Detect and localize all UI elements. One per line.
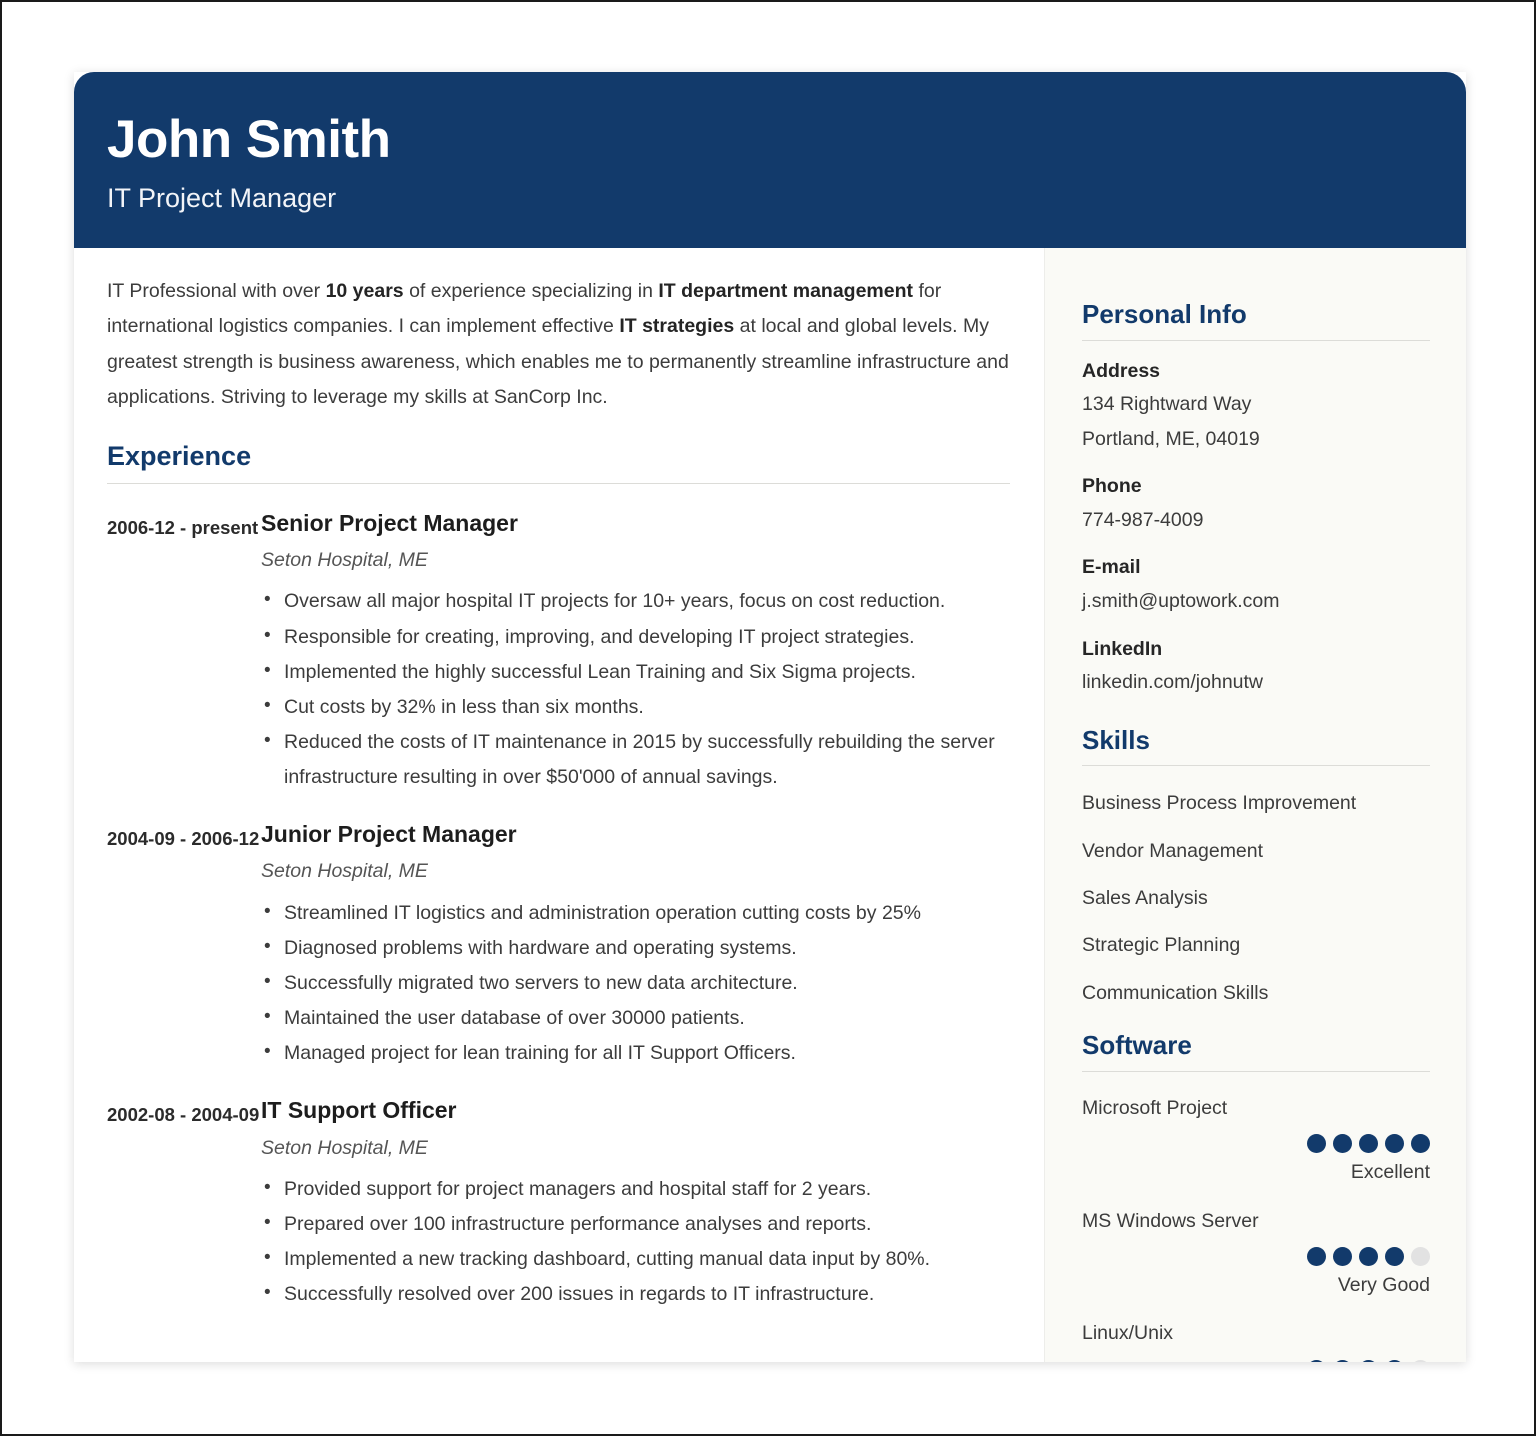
job-details: Junior Project Manager Seton Hospital, M… <box>261 821 1010 1071</box>
rating-dot-filled <box>1333 1134 1352 1154</box>
address-line-2: Portland, ME, 04019 <box>1082 427 1260 450</box>
skills-list: Business Process Improvement Vendor Mana… <box>1082 792 1430 1005</box>
job-bullet: Maintained the user database of over 300… <box>261 1000 1010 1036</box>
personal-info-divider <box>1082 339 1430 341</box>
job-details: IT Support Officer Seton Hospital, ME Pr… <box>261 1097 1010 1312</box>
skill-item: Business Process Improvement <box>1082 792 1357 815</box>
rating-dot-filled <box>1359 1134 1378 1154</box>
software-list: Microsoft Project Excellent MS Windows S… <box>1082 1097 1430 1362</box>
experience-heading: Experience <box>107 440 252 471</box>
email-label: E-mail <box>1082 556 1141 579</box>
job-bullet: Responsible for creating, improving, and… <box>261 619 1010 655</box>
job-bullet-list: Oversaw all major hospital IT projects f… <box>261 583 1010 795</box>
rating-dot-filled <box>1307 1246 1326 1266</box>
rating-dot-filled <box>1385 1134 1404 1154</box>
summary-bold-2: IT department management <box>658 280 914 302</box>
job-company: Seton Hospital, ME <box>261 549 428 572</box>
software-divider <box>1082 1070 1430 1072</box>
rating-dot-empty <box>1411 1359 1430 1362</box>
professional-summary: IT Professional with over 10 years of ex… <box>107 274 1010 416</box>
job-bullet: Provided support for project managers an… <box>261 1171 1010 1207</box>
candidate-job-title: IT Project Manager <box>107 182 337 213</box>
job-company: Seton Hospital, ME <box>261 1136 428 1159</box>
rating-dot-filled <box>1359 1359 1378 1362</box>
email-value[interactable]: j.smith@uptowork.com <box>1082 584 1430 619</box>
job-bullet: Managed project for lean training for al… <box>261 1035 1010 1071</box>
personal-info-heading: Personal Info <box>1082 299 1247 329</box>
software-name: Microsoft Project <box>1082 1096 1228 1119</box>
rating-level-label: Excellent <box>1350 1161 1430 1184</box>
resume-header-banner: John Smith IT Project Manager <box>74 72 1466 248</box>
skills-divider <box>1082 765 1430 767</box>
job-bullet: Successfully resolved over 200 issues in… <box>261 1276 1010 1312</box>
job-dates: 2004-09 - 2006-12 <box>107 828 260 850</box>
rating-dot-filled <box>1359 1246 1378 1266</box>
experience-entry: 2006-12 - present Senior Project Manager… <box>107 510 1010 795</box>
job-role: Senior Project Manager <box>261 509 518 536</box>
skills-heading: Skills <box>1082 724 1150 755</box>
rating-dot-filled <box>1307 1359 1326 1362</box>
job-dates: 2006-12 - present <box>107 516 259 538</box>
job-bullet: Prepared over 100 infrastructure perform… <box>261 1206 1010 1242</box>
rating-dot-filled <box>1333 1359 1352 1362</box>
sidebar-column: Personal Info Address 134 Rightward Way … <box>1044 248 1466 1362</box>
software-entry: Microsoft Project Excellent <box>1082 1097 1430 1185</box>
linkedin-label: LinkedIn <box>1082 637 1163 660</box>
job-bullet: Implemented a new tracking dashboard, cu… <box>261 1241 1010 1277</box>
job-bullet: Successfully migrated two servers to new… <box>261 965 1010 1001</box>
resume-document: John Smith IT Project Manager IT Profess… <box>74 72 1466 1362</box>
skill-item: Communication Skills <box>1082 981 1269 1004</box>
job-bullet: Oversaw all major hospital IT projects f… <box>261 583 1010 619</box>
job-company: Seton Hospital, ME <box>261 860 428 883</box>
software-name: Linux/Unix <box>1082 1322 1174 1345</box>
job-bullet-list: Streamlined IT logistics and administrat… <box>261 895 1010 1071</box>
job-bullet-list: Provided support for project managers an… <box>261 1171 1010 1312</box>
experience-divider <box>107 482 1010 484</box>
summary-bold-1: 10 years <box>325 280 404 302</box>
rating-dots <box>1082 1359 1430 1362</box>
job-role: Junior Project Manager <box>261 821 517 848</box>
skill-item: Strategic Planning <box>1082 934 1241 957</box>
job-bullet: Diagnosed problems with hardware and ope… <box>261 930 1010 966</box>
job-bullet: Streamlined IT logistics and administrat… <box>261 895 1010 931</box>
rating-dots <box>1082 1246 1430 1266</box>
phone-label: Phone <box>1082 475 1142 498</box>
job-role: IT Support Officer <box>261 1097 457 1124</box>
experience-list: 2006-12 - present Senior Project Manager… <box>107 510 1010 1313</box>
summary-bold-3: IT strategies <box>619 315 735 338</box>
job-details: Senior Project Manager Seton Hospital, M… <box>261 510 1010 795</box>
rating-dot-filled <box>1411 1134 1430 1154</box>
job-bullet: Cut costs by 32% in less than six months… <box>261 689 1010 725</box>
job-dates: 2002-08 - 2004-09 <box>107 1104 260 1126</box>
experience-entry: 2004-09 - 2006-12 Junior Project Manager… <box>107 821 1010 1071</box>
address-value: 134 Rightward Way Portland, ME, 04019 <box>1082 387 1430 456</box>
job-bullet: Reduced the costs of IT maintenance in 2… <box>261 724 1010 795</box>
address-label: Address <box>1082 359 1161 382</box>
page-canvas: John Smith IT Project Manager IT Profess… <box>2 2 1534 1434</box>
rating-level-label: Very Good <box>1337 1273 1430 1296</box>
software-entry: Linux/Unix <box>1082 1322 1430 1362</box>
linkedin-value[interactable]: linkedin.com/johnutw <box>1082 665 1430 700</box>
candidate-name: John Smith <box>107 110 391 169</box>
skill-item: Vendor Management <box>1082 839 1264 862</box>
software-heading: Software <box>1082 1030 1192 1061</box>
job-bullet: Implemented the highly successful Lean T… <box>261 654 1010 690</box>
main-column: IT Professional with over 10 years of ex… <box>74 248 1044 1362</box>
experience-entry: 2002-08 - 2004-09 IT Support Officer Set… <box>107 1097 1010 1312</box>
summary-text-1: IT Professional with over <box>107 280 326 302</box>
resume-body: IT Professional with over 10 years of ex… <box>74 248 1466 1362</box>
rating-dot-filled <box>1333 1246 1352 1266</box>
rating-dot-filled <box>1307 1134 1326 1154</box>
rating-dot-empty <box>1411 1246 1430 1266</box>
phone-value: 774-987-4009 <box>1082 508 1204 531</box>
software-entry: MS Windows Server Very Good <box>1082 1210 1430 1298</box>
address-line-1: 134 Rightward Way <box>1082 392 1252 415</box>
summary-text-2: of experience specializing in <box>403 280 659 302</box>
skill-item: Sales Analysis <box>1082 887 1208 910</box>
rating-dots <box>1082 1134 1430 1154</box>
rating-dot-filled <box>1385 1246 1404 1266</box>
software-name: MS Windows Server <box>1082 1209 1259 1232</box>
rating-dot-filled <box>1385 1359 1404 1362</box>
